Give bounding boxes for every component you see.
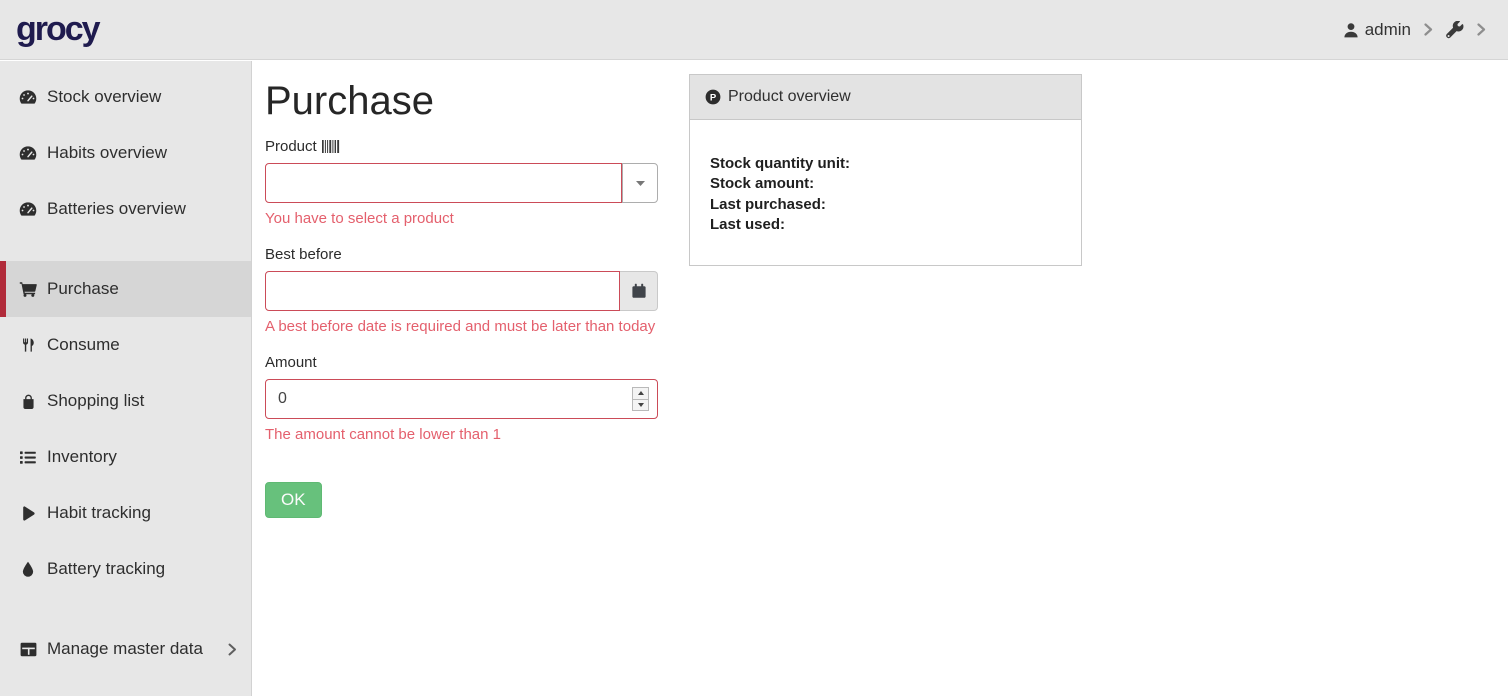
sidebar-item-inventory[interactable]: Inventory bbox=[0, 429, 251, 485]
amount-label: Amount bbox=[265, 354, 658, 371]
sidebar-item-manage-master-data[interactable]: Manage master data bbox=[0, 621, 251, 677]
number-spinner[interactable] bbox=[632, 387, 649, 411]
stock-quantity-unit-row: Stock quantity unit: bbox=[710, 154, 1061, 174]
sidebar-item-label: Stock overview bbox=[47, 87, 161, 107]
utensils-icon bbox=[18, 337, 38, 353]
gauge-icon bbox=[18, 89, 38, 105]
sidebar-item-label: Manage master data bbox=[47, 639, 203, 659]
amount-error-message: The amount cannot be lower than 1 bbox=[265, 426, 658, 443]
product-circle-icon: P bbox=[705, 89, 721, 105]
sidebar: Stock overview Habits overview bbox=[0, 61, 252, 696]
sidebar-item-label: Consume bbox=[47, 335, 120, 355]
sidebar-item-label: Inventory bbox=[47, 447, 117, 467]
list-icon bbox=[18, 451, 38, 464]
user-icon bbox=[1343, 22, 1359, 38]
amount-input-wrap bbox=[265, 379, 658, 419]
sidebar-item-purchase[interactable]: Purchase bbox=[0, 261, 251, 317]
sidebar-item-battery-tracking[interactable]: Battery tracking bbox=[0, 541, 251, 597]
best-before-label-text: Best before bbox=[265, 246, 342, 263]
settings-menu-chevron-icon[interactable] bbox=[1477, 23, 1486, 36]
spinner-up-icon[interactable] bbox=[633, 388, 648, 400]
product-overview-title: Product overview bbox=[728, 88, 851, 106]
product-error-message: You have to select a product bbox=[265, 210, 658, 227]
sidebar-item-habits-overview[interactable]: Habits overview bbox=[0, 125, 251, 181]
product-combobox bbox=[265, 163, 658, 203]
product-overview-header: P Product overview bbox=[690, 75, 1081, 120]
product-field-group: Product You have to bbox=[265, 138, 658, 227]
calendar-icon bbox=[631, 283, 647, 299]
best-before-input-group bbox=[265, 271, 658, 311]
user-name: admin bbox=[1365, 20, 1411, 40]
chevron-right-icon bbox=[228, 643, 237, 656]
sidebar-item-label: Purchase bbox=[47, 279, 119, 299]
calendar-picker-button[interactable] bbox=[620, 271, 658, 311]
product-label-text: Product bbox=[265, 138, 317, 155]
wrench-icon bbox=[1446, 21, 1464, 39]
product-overview-body: Stock quantity unit: Stock amount: Last … bbox=[690, 120, 1081, 265]
best-before-field-group: Best before A best before date is requir… bbox=[265, 246, 658, 335]
spinner-down-icon[interactable] bbox=[633, 400, 648, 411]
best-before-date-input[interactable] bbox=[265, 271, 620, 311]
sidebar-item-label: Battery tracking bbox=[47, 559, 165, 579]
amount-field-group: Amount The amount cannot be lower than 1 bbox=[265, 354, 658, 443]
sidebar-item-label: Batteries overview bbox=[47, 199, 186, 219]
shopping-cart-icon bbox=[18, 281, 38, 297]
product-overview-card: P Product overview Stock quantity unit: … bbox=[689, 74, 1082, 266]
sidebar-item-stock-overview[interactable]: Stock overview bbox=[0, 69, 251, 125]
best-before-label: Best before bbox=[265, 246, 658, 263]
ok-button[interactable]: OK bbox=[265, 482, 322, 518]
play-icon bbox=[18, 506, 38, 521]
last-purchased-row: Last purchased: bbox=[710, 195, 1061, 215]
shopping-bag-icon bbox=[18, 393, 38, 410]
gauge-icon bbox=[18, 145, 38, 161]
top-navbar: grocy admin bbox=[0, 0, 1508, 60]
sidebar-item-habit-tracking[interactable]: Habit tracking bbox=[0, 485, 251, 541]
caret-down-icon bbox=[636, 181, 645, 186]
purchase-form: Product You have to bbox=[265, 138, 658, 518]
settings-menu[interactable] bbox=[1446, 21, 1464, 39]
product-dropdown-button[interactable] bbox=[622, 163, 658, 203]
sidebar-item-label: Habit tracking bbox=[47, 503, 151, 523]
amount-number-input[interactable] bbox=[265, 379, 658, 419]
sidebar-item-label: Habits overview bbox=[47, 143, 167, 163]
last-used-row: Last used: bbox=[710, 215, 1061, 235]
sidebar-item-consume[interactable]: Consume bbox=[0, 317, 251, 373]
brand-logo[interactable]: grocy bbox=[16, 10, 99, 49]
gauge-icon bbox=[18, 201, 38, 217]
sidebar-item-shopping-list[interactable]: Shopping list bbox=[0, 373, 251, 429]
sidebar-item-label: Shopping list bbox=[47, 391, 144, 411]
amount-label-text: Amount bbox=[265, 354, 317, 371]
table-icon bbox=[18, 642, 38, 657]
tint-icon bbox=[18, 561, 38, 577]
product-combobox-input[interactable] bbox=[265, 163, 622, 203]
sidebar-item-batteries-overview[interactable]: Batteries overview bbox=[0, 181, 251, 237]
stock-amount-row: Stock amount: bbox=[710, 174, 1061, 194]
svg-text:P: P bbox=[710, 92, 717, 103]
product-label: Product bbox=[265, 138, 658, 155]
user-menu[interactable]: admin bbox=[1343, 20, 1411, 40]
navbar-right: admin bbox=[1343, 20, 1486, 40]
best-before-error-message: A best before date is required and must … bbox=[265, 318, 658, 335]
user-menu-chevron-icon[interactable] bbox=[1424, 23, 1433, 36]
barcode-icon bbox=[322, 140, 341, 153]
